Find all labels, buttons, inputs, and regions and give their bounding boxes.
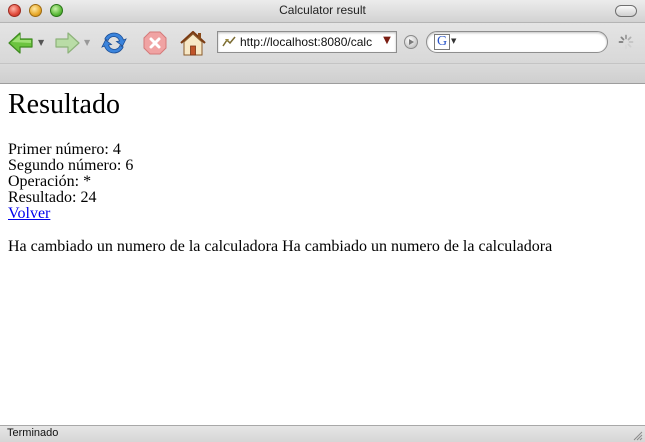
operation-line: Operación: * [8,173,92,190]
site-favicon-icon [222,36,236,47]
home-icon [180,30,206,56]
result-details: Primer número: 4 Segundo número: 6 Opera… [8,142,133,222]
forward-history-dropdown[interactable]: ▼ [84,38,90,47]
stop-icon [143,31,167,55]
forward-arrow-icon [55,32,80,54]
loading-throbber-icon [618,34,634,50]
toolbar-toggle-button[interactable] [615,5,637,17]
status-text: Terminado [7,427,59,439]
stop-button[interactable] [138,27,172,59]
search-engine-dropdown[interactable]: ▼ [451,37,456,45]
back-button[interactable] [4,27,38,59]
first-number-line: Primer número: 4 [8,141,121,158]
title-bar: Calculator result [0,0,645,23]
back-link[interactable]: Volver [8,205,50,222]
window-title: Calculator result [279,3,366,17]
url-history-dropdown[interactable]: ▼ [381,35,393,49]
second-number-line: Segundo número: 6 [8,157,134,174]
reload-button[interactable] [97,27,131,59]
home-button[interactable] [176,27,210,59]
browser-window: Calculator result ▼ ▼ http://localhost:8… [0,0,645,442]
resize-grip-icon[interactable] [631,429,643,441]
url-text[interactable]: http://localhost:8080/calc [240,35,372,49]
change-message: Ha cambiado un numero de la calculadora … [8,238,553,255]
status-bar: Terminado [0,425,645,442]
reload-icon [101,32,127,54]
bookmarks-bar [0,63,645,84]
url-bar[interactable]: http://localhost:8080/calc ▼ [217,31,397,53]
search-engine-icon[interactable]: G [434,34,450,50]
search-bar[interactable]: G ▼ [426,31,608,53]
go-button[interactable] [404,35,418,49]
result-line: Resultado: 24 [8,189,97,206]
back-arrow-icon [8,32,33,54]
forward-button[interactable] [50,27,84,59]
page-content: Resultado Primer número: 4 Segundo númer… [0,84,645,425]
back-history-dropdown[interactable]: ▼ [38,38,44,47]
page-title: Resultado [8,89,120,120]
navigation-toolbar: ▼ ▼ http://localhost:8080/calc ▼ G ▼ [0,23,645,63]
